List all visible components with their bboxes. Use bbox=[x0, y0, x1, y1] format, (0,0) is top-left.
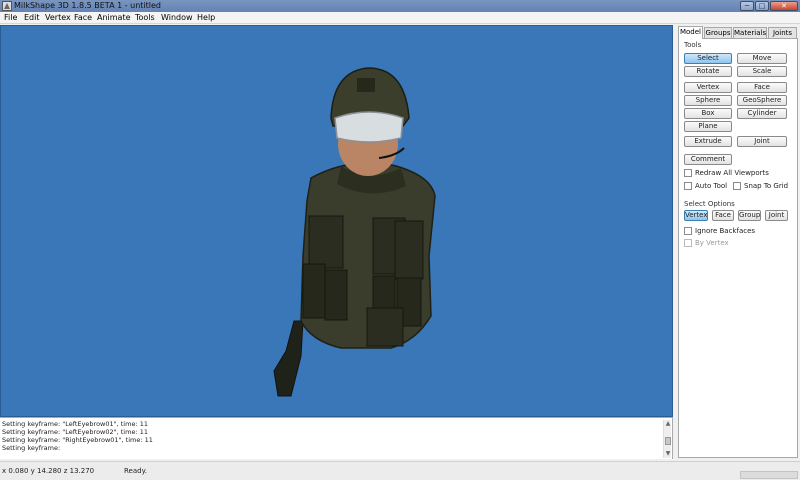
window-title: MilkShape 3D 1.8.5 BETA 1 - untitled bbox=[14, 1, 162, 10]
menu-animate[interactable]: Animate bbox=[97, 12, 131, 24]
box-tool-button[interactable]: Box bbox=[684, 108, 732, 119]
model-tab-body: Tools Select Move Rotate Scale Vertex Fa… bbox=[678, 38, 798, 458]
coordinates-readout: x 0.080 y 14.280 z 13.270 bbox=[2, 467, 95, 475]
menu-window[interactable]: Window bbox=[161, 12, 193, 24]
vest-pouch bbox=[324, 269, 348, 321]
milkshape-app-icon bbox=[2, 1, 12, 11]
face-tool-button[interactable]: Face bbox=[737, 82, 787, 93]
maximize-button[interactable]: □ bbox=[755, 1, 769, 11]
tools-label: Tools bbox=[684, 41, 702, 49]
minimize-button[interactable]: ─ bbox=[740, 1, 754, 11]
select-options-label: Select Options bbox=[684, 200, 735, 208]
extrude-tool-button[interactable]: Extrude bbox=[684, 136, 732, 147]
title-bar: MilkShape 3D 1.8.5 BETA 1 - untitled ─ □… bbox=[0, 0, 800, 12]
log-line: Setting keyframe: "LeftEyebrow02", time:… bbox=[2, 428, 148, 436]
scale-tool-button[interactable]: Scale bbox=[737, 66, 787, 77]
status-state: Ready. bbox=[124, 467, 147, 475]
joint-tool-button[interactable]: Joint bbox=[737, 136, 787, 147]
menu-vertex[interactable]: Vertex bbox=[45, 12, 71, 24]
tab-model[interactable]: Model bbox=[678, 26, 703, 39]
log-line: Setting keyframe: "LeftEyebrow01", time:… bbox=[2, 420, 148, 428]
sphere-tool-button[interactable]: Sphere bbox=[684, 95, 732, 106]
3d-viewport[interactable] bbox=[0, 25, 673, 417]
rotate-tool-button[interactable]: Rotate bbox=[684, 66, 732, 77]
plane-tool-button[interactable]: Plane bbox=[684, 121, 732, 132]
select-face-button[interactable]: Face bbox=[712, 210, 734, 221]
log-line: Setting keyframe: bbox=[2, 444, 61, 452]
vest-pouch bbox=[308, 215, 344, 269]
menu-edit[interactable]: Edit bbox=[24, 12, 40, 24]
select-tool-button[interactable]: Select bbox=[684, 53, 732, 64]
vest-pouch bbox=[302, 263, 326, 319]
menu-tools[interactable]: Tools bbox=[135, 12, 155, 24]
select-group-button[interactable]: Group bbox=[738, 210, 761, 221]
helmet-mount bbox=[357, 78, 375, 92]
move-tool-button[interactable]: Move bbox=[737, 53, 787, 64]
close-button[interactable]: ✕ bbox=[770, 1, 798, 11]
hanging-pouch bbox=[273, 320, 304, 397]
geosphere-tool-button[interactable]: GeoSphere bbox=[737, 95, 787, 106]
log-scrollbar[interactable]: ▲ ▼ bbox=[663, 420, 671, 458]
status-bar: x 0.080 y 14.280 z 13.270 Ready. bbox=[0, 461, 800, 480]
menu-bar: File Edit Vertex Face Animate Tools Wind… bbox=[0, 12, 800, 24]
soldier-model-render bbox=[273, 67, 436, 397]
menu-help[interactable]: Help bbox=[197, 12, 215, 24]
scroll-thumb[interactable] bbox=[665, 437, 671, 445]
menu-file[interactable]: File bbox=[4, 12, 17, 24]
log-line: Setting keyframe: "RightEyebrow01", time… bbox=[2, 436, 153, 444]
panel-tabs: Model Groups Materials Joints bbox=[678, 26, 798, 39]
message-log: Setting keyframe: "LeftEyebrow01", time:… bbox=[0, 417, 673, 459]
tab-joints[interactable]: Joints bbox=[768, 27, 797, 38]
goggles bbox=[334, 111, 404, 143]
resize-grip[interactable] bbox=[740, 471, 798, 479]
tab-materials[interactable]: Materials bbox=[733, 27, 767, 38]
vertex-tool-button[interactable]: Vertex bbox=[684, 82, 732, 93]
tab-groups[interactable]: Groups bbox=[704, 27, 732, 38]
select-vertex-button[interactable]: Vertex bbox=[684, 210, 708, 221]
menu-face[interactable]: Face bbox=[74, 12, 92, 24]
vest-pouch bbox=[394, 220, 424, 280]
comment-button[interactable]: Comment bbox=[684, 154, 732, 165]
tool-panel: Model Groups Materials Joints Tools Sele… bbox=[676, 25, 800, 461]
vest-pouch bbox=[366, 307, 404, 347]
scroll-down-icon[interactable]: ▼ bbox=[664, 450, 672, 458]
cylinder-tool-button[interactable]: Cylinder bbox=[737, 108, 787, 119]
select-joint-button[interactable]: Joint bbox=[765, 210, 788, 221]
scroll-up-icon[interactable]: ▲ bbox=[664, 420, 672, 428]
